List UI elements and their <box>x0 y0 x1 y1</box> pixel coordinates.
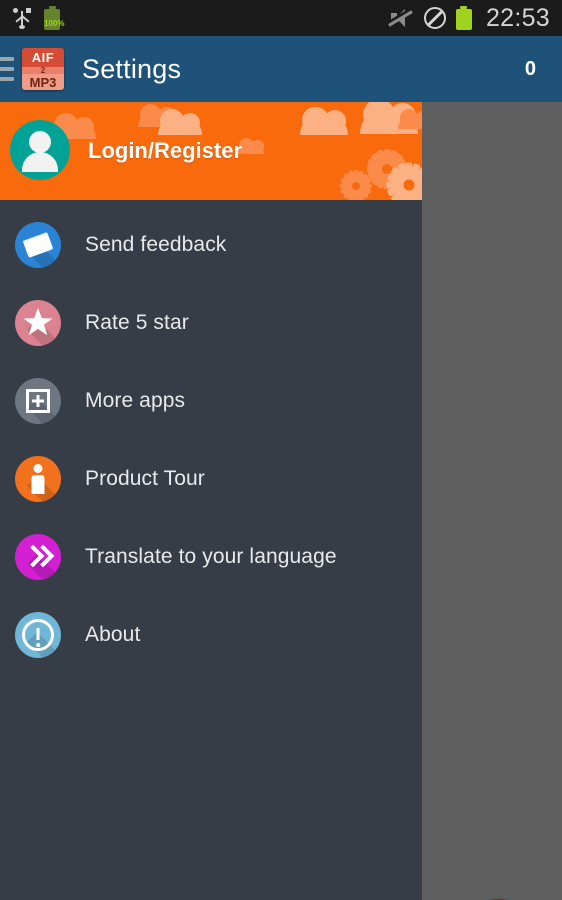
drawer-item-label: Product Tour <box>85 467 205 490</box>
drawer-item-about[interactable]: About <box>0 596 422 674</box>
app-icon: AIF 2 MP3 <box>22 48 64 90</box>
gear-icon <box>386 162 422 200</box>
exclamation-icon <box>15 612 61 658</box>
app-screen: 100% 22:53 AIF 2 MP3 Settings 0 Login/Re… <box>0 0 562 900</box>
navigation-drawer: Login/Register Send feedback Rate 5 star <box>0 102 422 900</box>
drawer-item-label: Send feedback <box>85 233 227 256</box>
hamburger-icon[interactable] <box>0 54 14 84</box>
drawer-item-rate-5-star[interactable]: Rate 5 star <box>0 284 422 362</box>
drawer-header-login[interactable]: Login/Register <box>0 102 422 200</box>
cloud-icon <box>300 106 348 135</box>
gear-icon <box>340 170 372 200</box>
app-icon-mid-label: 2 <box>22 66 64 75</box>
usb-icon <box>13 7 31 29</box>
cloud-icon <box>398 108 422 129</box>
page-title: Settings <box>82 53 182 84</box>
envelope-icon <box>15 222 61 268</box>
status-bar-clock: 22:53 <box>485 3 550 32</box>
star-icon <box>15 300 61 346</box>
battery-charge-icon: 100% <box>44 6 65 30</box>
drawer-item-label: More apps <box>85 389 186 412</box>
square-plus-icon <box>15 378 61 424</box>
drawer-item-translate[interactable]: Translate to your language <box>0 518 422 596</box>
status-bar-right: 22:53 <box>388 4 550 33</box>
user-avatar-icon <box>10 120 70 180</box>
drawer-item-product-tour[interactable]: Product Tour <box>0 440 422 518</box>
do-not-disturb-icon <box>423 7 446 29</box>
status-bar-left: 100% <box>13 6 65 30</box>
double-chevron-icon <box>15 534 61 580</box>
battery-percent-label: 100% <box>44 19 65 28</box>
app-toolbar: AIF 2 MP3 Settings 0 <box>0 36 562 102</box>
app-icon-bottom-label: MP3 <box>22 74 64 90</box>
drawer-item-label: About <box>85 623 141 646</box>
status-bar: 100% 22:53 <box>0 0 562 36</box>
mute-icon <box>388 7 414 29</box>
person-icon <box>15 456 61 502</box>
app-icon-top-label: AIF <box>22 48 64 68</box>
selection-counter[interactable]: 0 <box>525 58 536 81</box>
login-register-label: Login/Register <box>88 138 243 163</box>
drawer-menu-list: Send feedback Rate 5 star More apps Prod… <box>0 200 422 674</box>
drawer-item-send-feedback[interactable]: Send feedback <box>0 206 422 284</box>
drawer-item-more-apps[interactable]: More apps <box>0 362 422 440</box>
battery-icon <box>455 6 472 30</box>
drawer-item-label: Rate 5 star <box>85 311 189 334</box>
drawer-item-label: Translate to your language <box>85 545 337 568</box>
